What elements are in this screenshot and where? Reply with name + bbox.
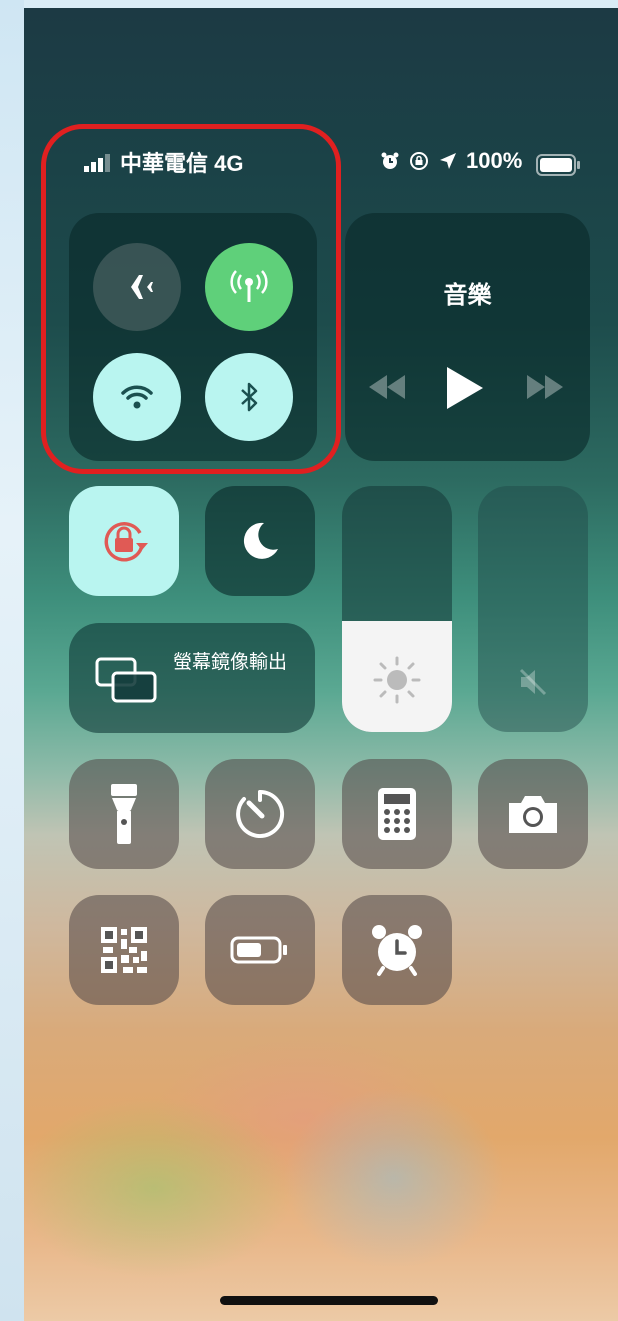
calculator-icon: [378, 788, 416, 840]
alarm-icon: [381, 152, 399, 169]
flashlight-icon: [111, 784, 137, 844]
play-icon[interactable]: [443, 365, 485, 411]
alarm-clock-button[interactable]: [342, 895, 452, 1005]
flashlight-button[interactable]: [69, 759, 179, 869]
screen-mirroring-icon: [95, 657, 157, 703]
low-power-button[interactable]: [205, 895, 315, 1005]
timer-button[interactable]: [205, 759, 315, 869]
timer-icon: [236, 789, 285, 838]
brightness-icon: [373, 656, 421, 704]
calculator-button[interactable]: [342, 759, 452, 869]
rotation-lock-toggle[interactable]: [69, 486, 179, 596]
screen-mirroring-label: 螢幕鏡像輸出: [173, 652, 288, 673]
alarm-clock-icon: [372, 925, 422, 976]
background-frame: [0, 0, 24, 1321]
control-center: 中華電信 4G 100% 音樂 螢幕鏡像輸出: [24, 8, 618, 1321]
highlight-box: [41, 124, 341, 474]
camera-icon: [509, 796, 557, 833]
volume-slider[interactable]: [478, 486, 588, 732]
location-arrow-icon: [440, 153, 456, 169]
home-indicator[interactable]: [220, 1296, 438, 1305]
qr-scanner-button[interactable]: [69, 895, 179, 1005]
music-title: 音樂: [443, 282, 492, 309]
fast-forward-icon[interactable]: [525, 373, 565, 401]
battery-percent: 100%: [466, 148, 523, 173]
low-power-icon: [230, 936, 287, 964]
qr-code-icon: [101, 927, 147, 973]
orientation-lock-icon: [410, 152, 428, 170]
moon-icon: [243, 522, 278, 559]
do-not-disturb-toggle[interactable]: [205, 486, 315, 596]
brightness-slider[interactable]: [342, 486, 452, 732]
rotation-lock-icon: [104, 522, 148, 562]
status-icons: 100%: [380, 148, 522, 174]
rewind-icon[interactable]: [367, 373, 407, 401]
camera-button[interactable]: [478, 759, 588, 869]
battery-icon: [536, 154, 580, 176]
mute-icon: [519, 668, 547, 696]
screen-mirroring-button[interactable]: 螢幕鏡像輸出: [69, 623, 315, 733]
music-panel[interactable]: 音樂: [345, 213, 590, 461]
